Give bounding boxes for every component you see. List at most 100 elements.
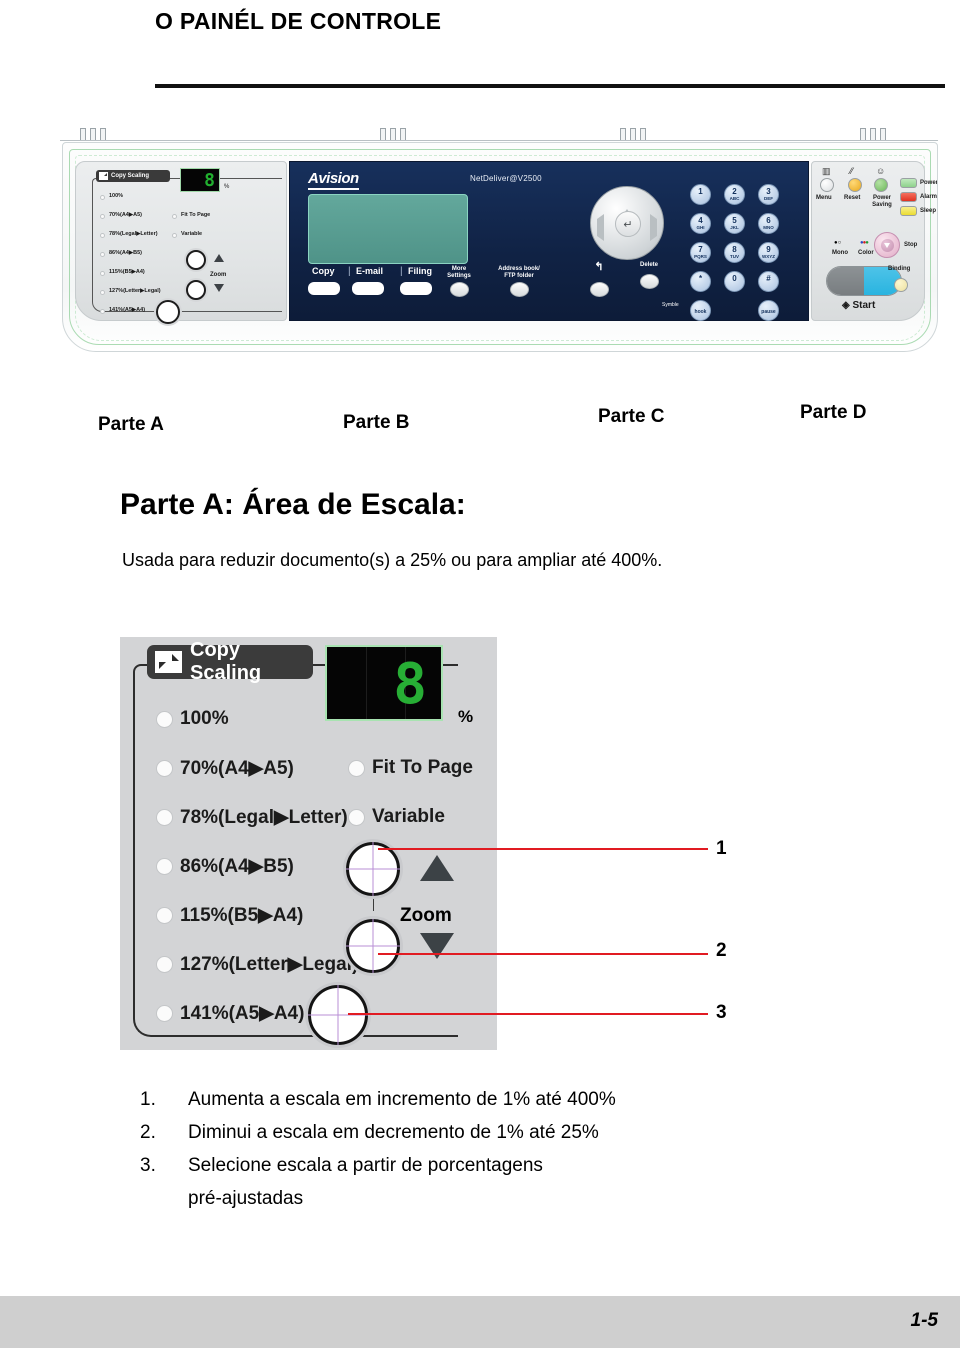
start-mono-half[interactable] <box>827 267 864 295</box>
panel-part-b-c: Avision NetDeliver@V2500 Copy | E-mail |… <box>289 161 809 321</box>
reset-button[interactable] <box>848 178 862 192</box>
diagram-option-86[interactable]: 86%(A4▶B5) <box>180 855 294 878</box>
diagram-led-141 <box>156 1005 173 1022</box>
preset-scale-knob[interactable] <box>156 300 180 324</box>
model-label: NetDeliver@V2500 <box>470 174 542 183</box>
zoom-down-knob[interactable] <box>186 280 206 300</box>
scaling-icon <box>99 172 108 180</box>
key-star[interactable]: * <box>690 271 711 292</box>
key-7[interactable]: 7 PQRS <box>690 242 711 263</box>
zoom-down-icon <box>214 284 224 292</box>
panel-part-d: ▥ ⁄⁄ ☺ Menu Reset Power Saving Power Alar… <box>811 161 937 321</box>
delete-button[interactable] <box>640 274 659 289</box>
list-item: 2. Diminui a escala em decremento de 1% … <box>140 1116 840 1149</box>
diagram-led-86 <box>156 858 173 875</box>
panel-part-a-scaling-area: Copy Scaling 8 % 100% 70%(A4▶A5) Fit To … <box>75 161 287 324</box>
diagram-option-127[interactable]: 127%(Letter▶Legal) <box>180 953 358 976</box>
color-label: Color <box>858 250 874 256</box>
option-led-fit <box>172 214 177 219</box>
address-book-button[interactable] <box>510 282 529 297</box>
diagram-led-value: 8 <box>393 652 427 717</box>
step-text: Selecione escala a partir de porcentagen… <box>188 1155 543 1176</box>
legend-parte-c: Parte C <box>598 406 665 427</box>
zoom-up-knob[interactable] <box>186 250 206 270</box>
key-0[interactable]: 0 <box>724 271 745 292</box>
key-hook[interactable]: hook <box>690 300 711 321</box>
more-settings-button[interactable] <box>450 282 469 297</box>
key-2[interactable]: 2 ABC <box>724 184 745 205</box>
preset-scale-knob[interactable] <box>308 985 368 1045</box>
zoom-up-knob[interactable] <box>346 842 400 896</box>
key-9[interactable]: 9 WXYZ <box>758 242 779 263</box>
zoom-up-icon <box>214 254 224 262</box>
mode-label-copy: Copy <box>312 266 335 276</box>
nav-up-icon[interactable] <box>622 192 632 216</box>
nav-down-icon[interactable] <box>622 229 632 254</box>
menu-button[interactable] <box>820 178 834 192</box>
hinge-mark <box>620 128 646 140</box>
option-led-141 <box>100 309 105 314</box>
option-label-variable: Variable <box>181 231 203 237</box>
mode-separator-2: | <box>400 266 403 277</box>
diagram-option-fit-to-page[interactable]: Fit To Page <box>372 757 473 779</box>
callout-line-3 <box>348 1013 708 1015</box>
step-number: 3. <box>140 1155 156 1176</box>
key-3[interactable]: 3 DEF <box>758 184 779 205</box>
diagram-option-115[interactable]: 115%(B5▶A4) <box>180 904 303 927</box>
sleep-led <box>900 206 917 216</box>
nav-left-icon[interactable] <box>597 214 604 241</box>
diagram-led-115 <box>156 907 173 924</box>
lcd-display <box>308 194 468 264</box>
key-4[interactable]: 4 GHI <box>690 213 711 234</box>
binding-button[interactable] <box>894 278 908 292</box>
callout-line-1 <box>378 848 708 850</box>
step-text: Aumenta a escala em incremento de 1% até… <box>188 1089 616 1110</box>
power-led-label: Power <box>920 180 938 186</box>
nav-right-icon[interactable] <box>650 214 657 241</box>
callout-number-1: 1 <box>716 838 727 859</box>
delete-caption: Delete <box>639 262 658 268</box>
diagram-led-70 <box>156 760 173 777</box>
mode-button-copy[interactable] <box>308 282 340 295</box>
zoom-down-icon <box>420 933 454 959</box>
option-label-141: 141%(A5▶A4) <box>109 307 146 313</box>
mode-button-email[interactable] <box>352 282 384 295</box>
key-1[interactable]: 1 <box>690 184 711 205</box>
zoom-down-knob[interactable] <box>346 919 400 973</box>
option-label-78: 78%(Legal▶Letter) <box>109 231 158 237</box>
key-8[interactable]: 8 TUV <box>724 242 745 263</box>
diagram-option-variable[interactable]: Variable <box>372 806 445 828</box>
callout-number-2: 2 <box>716 940 727 961</box>
navigation-pad[interactable]: ↵ <box>590 186 664 260</box>
option-led-70 <box>100 214 105 219</box>
key-5[interactable]: 5 JKL <box>724 213 745 234</box>
back-icon: ↰ <box>594 261 604 273</box>
mode-button-filing[interactable] <box>400 282 432 295</box>
list-item: 3. Selecione escala a partir de porcenta… <box>140 1149 840 1182</box>
stop-label: Stop <box>904 242 918 248</box>
mono-dots-icon: ●○ <box>834 240 842 246</box>
zoom-label: Zoom <box>210 272 227 278</box>
list-item: 1. Aumenta a escala em incremento de 1% … <box>140 1083 840 1116</box>
key-pause[interactable]: pause <box>758 300 779 321</box>
control-panel-figure: Copy Scaling 8 % 100% 70%(A4▶A5) Fit To … <box>60 126 940 376</box>
hinge-mark <box>860 128 886 140</box>
option-label-fit: Fit To Page <box>181 212 211 218</box>
diagram-led-127 <box>156 956 173 973</box>
key-hash[interactable]: # <box>758 271 779 292</box>
stop-button[interactable] <box>874 232 900 258</box>
key-6[interactable]: 6 MNO <box>758 213 779 234</box>
step-text: Diminui a escala em decremento de 1% até… <box>188 1122 599 1143</box>
mode-separator-1: | <box>348 266 351 277</box>
diagram-option-70[interactable]: 70%(A4▶A5) <box>180 757 294 780</box>
diagram-percent-symbol: % <box>458 707 474 726</box>
diagram-option-141[interactable]: 141%(A5▶A4) <box>180 1002 304 1025</box>
back-button[interactable] <box>590 282 609 297</box>
diagram-option-100[interactable]: 100% <box>180 708 229 730</box>
enter-button[interactable]: ↵ <box>615 211 641 237</box>
diagram-tab-label: Copy Scaling <box>190 639 262 684</box>
power-saving-button[interactable] <box>874 178 888 192</box>
copy-scaling-tab-label: Copy Scaling <box>111 173 150 179</box>
diagram-option-78[interactable]: 78%(Legal▶Letter) <box>180 806 348 829</box>
symble-label: Symble <box>662 302 679 308</box>
